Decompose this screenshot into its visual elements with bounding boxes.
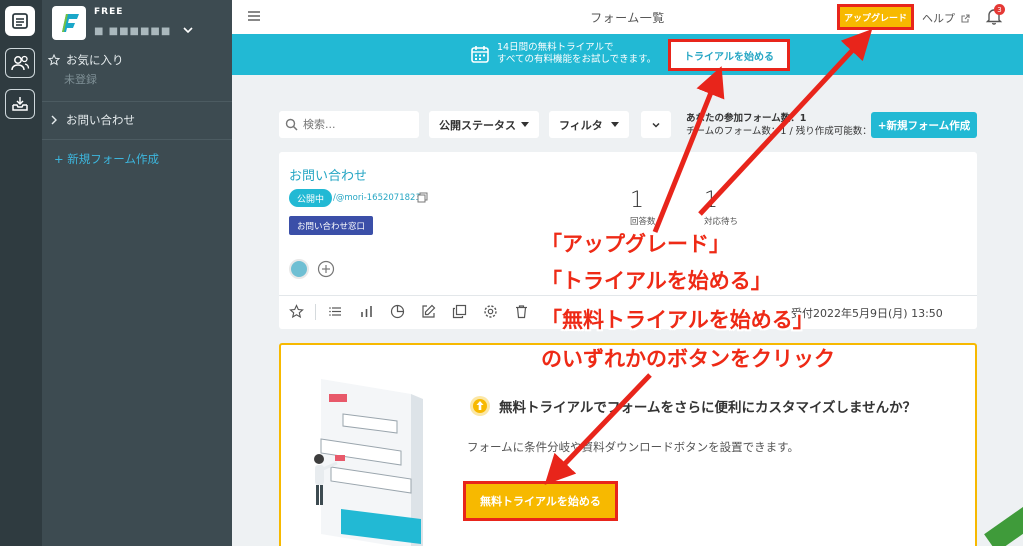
avatar[interactable] [289,259,309,279]
corner-ribbon [984,499,1023,546]
start-free-trial-button[interactable]: 無料トライアルを始める [463,481,618,521]
plan-badge: FREE [94,7,124,17]
promo-heading: 無料トライアルでフォームをさらに便利にカスタマイズしませんか？ [469,395,916,417]
upgrade-arrow-icon [470,396,490,416]
participating-forms-count: あなたの参加フォーム数：1 [686,113,807,124]
sidebar-item-contact[interactable]: お問い合わせ [42,110,232,130]
favorites-header[interactable]: お気に入り [42,50,232,70]
formrun-logo-icon [62,14,79,32]
new-form-button[interactable]: +新規フォーム作成 [871,112,977,138]
promo-illustration [314,379,423,546]
form-title-link[interactable]: お問い合わせ [289,165,367,184]
favorites-section: お気に入り 未登録 [42,50,232,90]
help-label: ヘルプ [922,12,955,25]
add-member-icon[interactable] [317,260,335,278]
bar-chart-icon[interactable] [359,304,374,319]
chevron-right-icon [51,115,57,125]
search-icon [285,118,298,131]
sidebar-item-label: お問い合わせ [66,113,135,127]
responses-label: 回答数 [630,217,656,227]
filter-dropdown[interactable]: フィルタ [549,111,629,138]
status-badge: 公開中 [289,189,333,207]
search-box[interactable] [279,111,419,138]
upgrade-button[interactable]: アップグレード [837,4,914,30]
promo-subtext: フォームに条件分岐や資料ダウンロードボタンを設置できます。 [467,440,800,454]
trial-promo-card: 無料トライアルでフォームをさらに便利にカスタマイズしませんか？ フォームに条件分… [279,343,977,546]
sort-dropdown[interactable] [641,111,671,138]
form-id: /@mori-1652071823 [333,193,421,203]
form-list-icon [12,13,28,29]
brand-switcher[interactable]: FREE ■ ■■■■■■ [52,6,222,40]
duplicate-icon[interactable] [452,304,467,319]
trial-banner: 14日間の無料トライアルで すべての有料機能をお試しできます。 トライアルを始め… [232,34,1023,75]
filter-label: フィルタ [559,118,603,132]
edit-icon[interactable] [421,304,436,319]
pie-chart-icon[interactable] [390,304,405,319]
form-count-info: あなたの参加フォーム数：1 チームのフォーム数：1 / 残り作成可能数：0 [686,112,878,138]
responses-count: 1 [630,188,644,213]
external-link-icon [961,13,970,23]
search-input[interactable] [303,118,413,131]
help-link[interactable]: ヘルプ [922,10,971,26]
sidebar-new-form-link[interactable]: + 新規フォーム作成 [54,151,159,167]
account-name: ■ ■■■■■■ [94,26,172,37]
trash-icon[interactable] [514,304,529,319]
icon-rail [0,0,42,546]
inbox-download-icon [12,97,28,111]
status-filter-label: 公開ステータス [439,118,516,132]
responses-stat[interactable]: 1 回答数 [630,188,656,227]
caret-down-icon [521,122,529,127]
annotation-line-2: 「トライアルを始める」 [541,269,772,293]
pending-label: 対応待ち [704,217,739,227]
contact-folder: お問い合わせ [42,110,232,130]
team-nav-button[interactable] [5,48,35,78]
star-icon [48,54,60,66]
caret-down-icon [611,122,619,127]
favorites-empty-label: 未登録 [64,73,97,86]
list-icon[interactable] [328,304,343,319]
forms-nav-button[interactable] [5,6,35,36]
banner-message: 14日間の無料トライアルで すべての有料機能をお試しできます。 [497,42,656,66]
banner-line-1: 14日間の無料トライアルで [497,42,614,53]
banner-line-2: すべての有料機能をお試しできます。 [497,54,657,65]
sidebar: FREE ■ ■■■■■■ お気に入り 未登録 お問い合わせ + 新規フォーム作… [42,0,232,546]
status-filter-dropdown[interactable]: 公開ステータス [429,111,539,138]
annotation-line-4: のいずれかのボタンをクリック [541,347,835,371]
annotation-line-3: 「無料トライアルを始める」 [541,308,814,332]
app-logo [52,6,86,40]
star-icon[interactable] [289,304,304,319]
sidebar-divider [42,101,232,102]
calendar-icon [471,46,489,63]
annotation-line-1: 「アップグレード」 [541,232,730,256]
chevron-down-icon [652,122,660,128]
team-forms-count: チームのフォーム数：1 / 残り作成可能数：0 [686,126,878,137]
promo-heading-text: 無料トライアルでフォームをさらに便利にカスタマイズしませんか？ [499,400,917,416]
start-trial-button[interactable]: トライアルを始める [668,39,790,71]
users-icon [11,55,30,71]
favorites-label: お気に入り [66,53,124,67]
card-divider [279,295,977,296]
notification-badge: 3 [994,4,1005,15]
gear-icon[interactable] [483,304,498,319]
action-separator [315,304,316,320]
sidebar-divider [42,139,232,140]
copy-icon[interactable] [417,192,428,203]
pending-count: 1 [704,188,718,213]
inbox-nav-button[interactable] [5,89,35,119]
chevron-down-icon [183,27,193,34]
top-header: フォーム一覧 アップグレード ヘルプ 3 [232,0,1023,34]
pending-stat[interactable]: 1 対応待ち [704,188,738,227]
form-tag[interactable]: お問い合わせ窓口 [289,216,374,235]
